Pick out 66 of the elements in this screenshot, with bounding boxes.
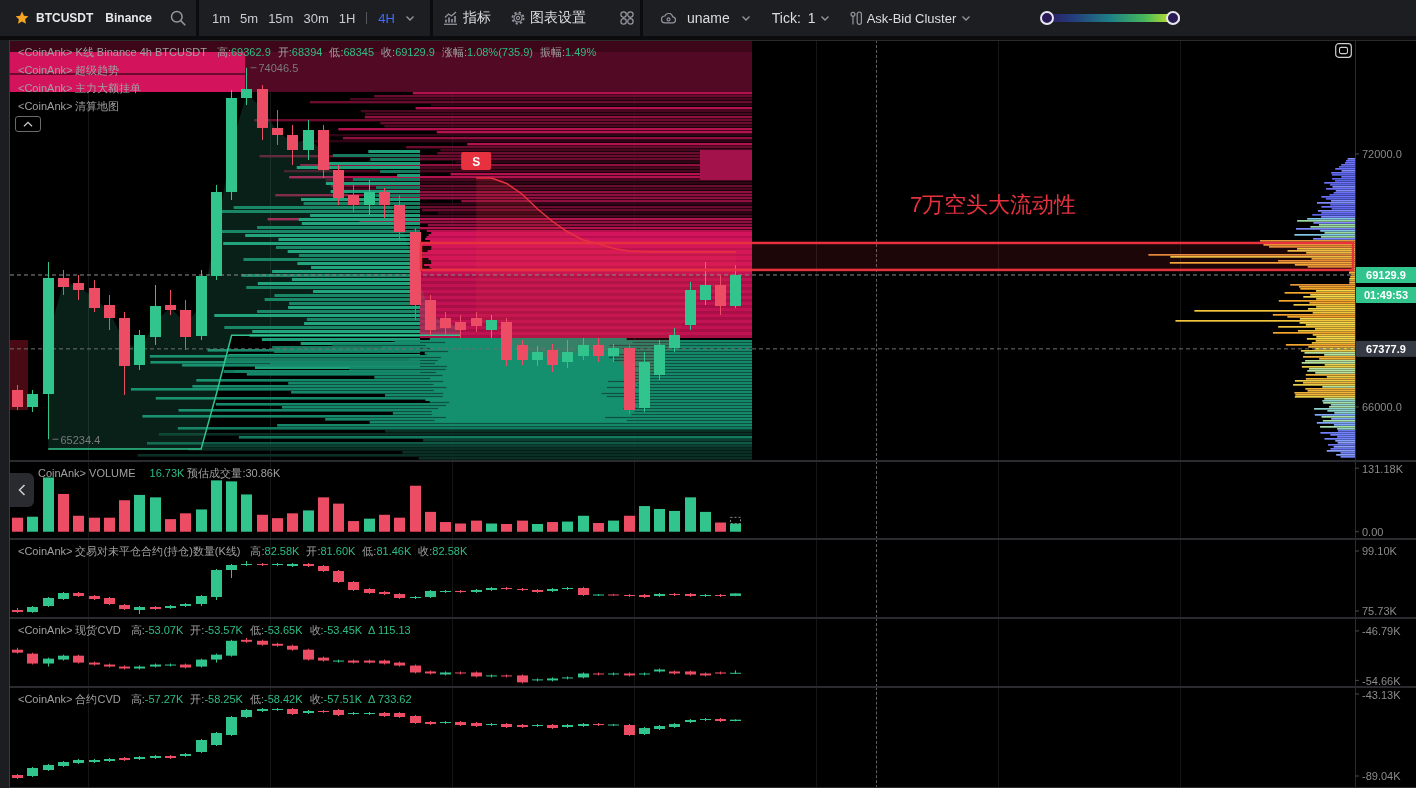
stat-label: 收:: [381, 45, 396, 60]
stat-label: 高:: [130, 692, 145, 707]
legend-title: CoinAnk> VOLUME: [38, 466, 136, 481]
stat-value: 68345: [343, 45, 375, 60]
stat-label: 高:: [250, 544, 265, 559]
delta-value: Δ 115.13: [368, 623, 411, 638]
stat-label: 开:: [277, 45, 292, 60]
legend-title: <CoinAnk> 交易对未平仓合约(持仓)数量(K线): [18, 544, 241, 559]
open-interest-axis-label: 99.10K: [1362, 545, 1397, 558]
stat-value: -57.51K: [323, 692, 363, 707]
volume-axis-label: 0.00: [1362, 526, 1384, 539]
futures-cvd-axis-label: -89.04K: [1362, 770, 1401, 783]
stat-label: 开:: [306, 544, 321, 559]
low-price-label: 65234.4: [52, 433, 101, 446]
stat-label: 低:: [362, 544, 377, 559]
tick-label: Tick:: [771, 10, 801, 26]
price-axis-label: 66000.0: [1362, 401, 1402, 414]
last-price-tag: 69129.9: [1356, 267, 1416, 283]
stat-label: 收:: [309, 692, 324, 707]
stat-label: 收:: [309, 623, 324, 638]
stat-value: 69129.9: [395, 45, 435, 60]
futures-cvd-axis-label: -43.13K: [1362, 688, 1401, 701]
stat-value: -58.42K: [263, 692, 303, 707]
stat-label: 收:: [418, 544, 433, 559]
legend-title: <CoinAnk> 现货CVD: [18, 623, 121, 638]
price-axis-label: 72000.0: [1362, 148, 1402, 161]
high-price-label: 74046.5: [250, 62, 299, 75]
volume-axis-label: 131.18K: [1362, 462, 1403, 475]
stat-label: 低:: [329, 45, 344, 60]
ref-line-label: 69129.9: [1366, 269, 1406, 282]
crosshair-price-tag: 67377.9: [1356, 340, 1416, 357]
annotation: 74046.5: [258, 62, 299, 75]
open-interest-axis-label: 75.73K: [1362, 605, 1397, 618]
annotation-text: 7万空头大流动性: [910, 192, 1077, 218]
exchange-name: Binance: [105, 11, 152, 25]
annotation: 65234.4: [60, 433, 101, 446]
stat-value: 69362.9: [231, 45, 271, 60]
stat-value: 1.49%: [565, 45, 597, 60]
delta-value: Δ 733.62: [368, 692, 412, 707]
stat-value: 81.46K: [376, 544, 412, 559]
legend-title: <CoinAnk> K线 Binance 4h BTCUSDT: [18, 45, 207, 60]
spot-cvd-axis-label: -46.79K: [1362, 625, 1401, 638]
stat-label: 低:: [249, 692, 264, 707]
signal-marker: S: [461, 152, 492, 171]
stat-label: 高:: [130, 623, 145, 638]
stat-value: 81.60K: [320, 544, 356, 559]
stat-label: 开:: [190, 692, 205, 707]
stat-value: 82.58K: [432, 544, 468, 559]
stat-label: 振幅:: [540, 45, 566, 60]
legend-value: 16.73K: [149, 466, 185, 481]
stat-value: 68394: [291, 45, 323, 60]
stat-value: -53.65K: [263, 623, 303, 638]
stat-value: -53.57K: [204, 623, 243, 638]
stat-label: 涨幅:: [441, 45, 467, 60]
stat-value: -58.25K: [204, 692, 243, 707]
legend-title: <CoinAnk> 合约CVD: [18, 692, 121, 707]
spot-cvd-axis-label: -54.66K: [1362, 674, 1401, 687]
stat-value: 1.08%(735.9): [466, 45, 533, 60]
annotation: S: [472, 154, 481, 169]
stat-label: 低:: [249, 623, 264, 638]
ref-line-label: 67377.9: [1366, 343, 1406, 356]
stat-label: 高:: [216, 45, 231, 60]
countdown-tag: 01:49:53: [1356, 287, 1416, 303]
stat-value: -53.45K: [323, 623, 363, 638]
legend-note: 预估成交量:30.86K: [187, 466, 281, 481]
stat-label: 开:: [190, 623, 205, 638]
